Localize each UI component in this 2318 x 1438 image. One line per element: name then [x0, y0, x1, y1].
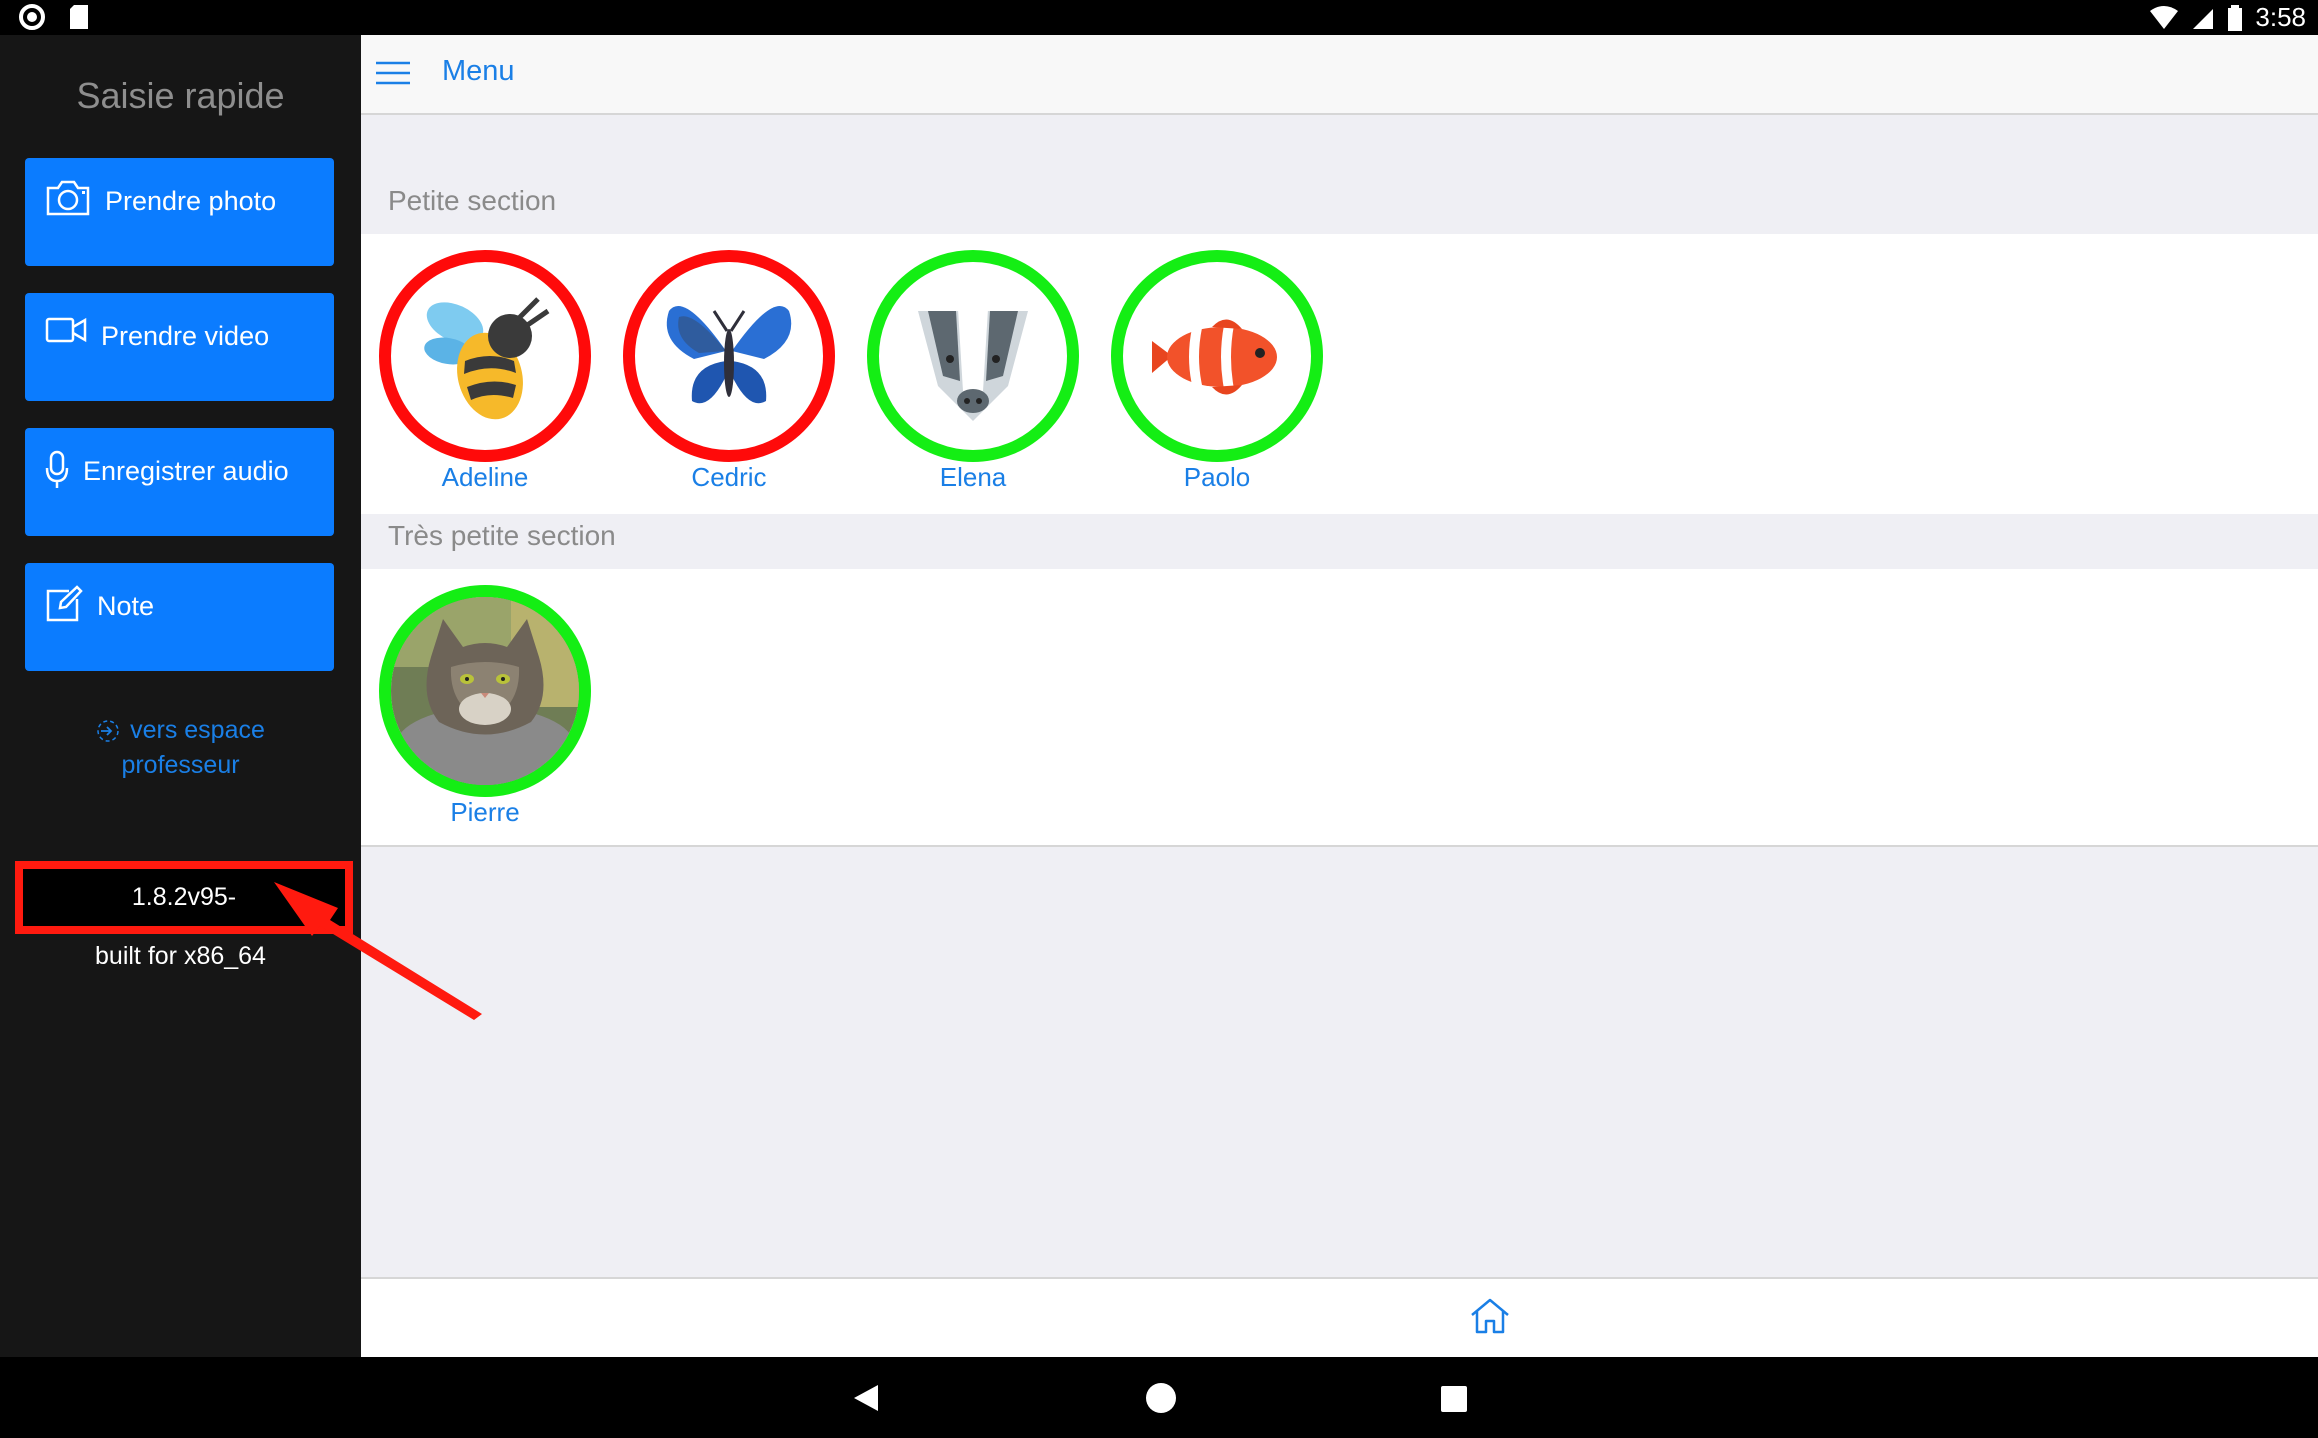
- avatar: [379, 250, 591, 462]
- bottom-bar: [361, 1277, 2318, 1357]
- avatar: [623, 250, 835, 462]
- teacher-link-line1: vers espace: [130, 716, 265, 744]
- student-card-paolo[interactable]: Paolo: [1111, 250, 1323, 493]
- student-card-pierre[interactable]: Pierre: [379, 585, 591, 828]
- sd-card-icon: [70, 5, 88, 29]
- hamburger-menu-icon[interactable]: [375, 61, 411, 85]
- navigation-bar: [0, 1357, 2318, 1438]
- record-audio-button[interactable]: Enregistrer audio: [25, 428, 334, 536]
- home-icon[interactable]: [1469, 1297, 1511, 1335]
- take-video-button[interactable]: Prendre video: [25, 293, 334, 401]
- recent-apps-icon[interactable]: [1440, 1385, 1468, 1413]
- bee-icon: [424, 297, 550, 420]
- student-card-adeline[interactable]: Adeline: [379, 250, 591, 493]
- annotation-arrow: [274, 882, 482, 1020]
- avatar: [379, 585, 591, 797]
- student-name: Paolo: [1183, 462, 1251, 492]
- student-card-cedric[interactable]: Cedric: [623, 250, 835, 493]
- notification-circle-icon: [19, 4, 45, 30]
- section-body: Adeline Cedric Elena Paolo: [361, 234, 2318, 514]
- student-card-elena[interactable]: Elena: [867, 250, 1079, 493]
- sidebar-title: Saisie rapide: [76, 75, 285, 116]
- note-button[interactable]: Note: [25, 563, 334, 671]
- back-icon[interactable]: [852, 1383, 880, 1413]
- note-label: Note: [97, 591, 155, 621]
- badger-icon: [918, 309, 1028, 421]
- section-header: Très petite section: [361, 514, 2318, 569]
- status-bar: 3:58: [0, 0, 2318, 35]
- section-header: Petite section: [361, 179, 2318, 234]
- battery-icon: [2228, 4, 2243, 31]
- wifi-icon: [2150, 5, 2179, 29]
- avatar: [1111, 250, 1323, 462]
- main-area: Menu Petite section Adeline Cedric Elena…: [361, 35, 2318, 1357]
- student-name: Adeline: [441, 462, 529, 492]
- teacher-space-link[interactable]: vers espace professeur: [0, 713, 361, 783]
- edit-icon: [46, 585, 83, 622]
- section-body: Pierre: [361, 569, 2318, 847]
- teacher-link-line2: professeur: [121, 751, 240, 779]
- take-photo-label: Prendre photo: [105, 186, 277, 216]
- student-name: Elena: [939, 462, 1007, 492]
- take-photo-button[interactable]: Prendre photo: [25, 158, 334, 266]
- microphone-icon: [45, 450, 69, 488]
- home-nav-icon[interactable]: [1145, 1382, 1177, 1414]
- record-audio-label: Enregistrer audio: [83, 456, 289, 486]
- butterfly-icon: [666, 306, 792, 404]
- clownfish-icon: [1152, 319, 1277, 395]
- student-name: Cedric: [691, 462, 767, 492]
- clock: 3:58: [2255, 2, 2306, 32]
- menu-button[interactable]: Menu: [442, 55, 515, 88]
- sign-in-icon: [97, 719, 119, 742]
- student-name: Pierre: [450, 797, 520, 827]
- avatar: [867, 250, 1079, 462]
- take-video-label: Prendre video: [101, 321, 270, 351]
- top-bar: Menu: [361, 35, 2318, 115]
- sidebar: Saisie rapide Prendre photo Prendre vide…: [0, 35, 361, 1357]
- video-icon: [45, 317, 87, 343]
- camera-icon: [46, 180, 90, 216]
- cell-signal-icon: [2193, 8, 2214, 29]
- cat-photo: [391, 597, 579, 785]
